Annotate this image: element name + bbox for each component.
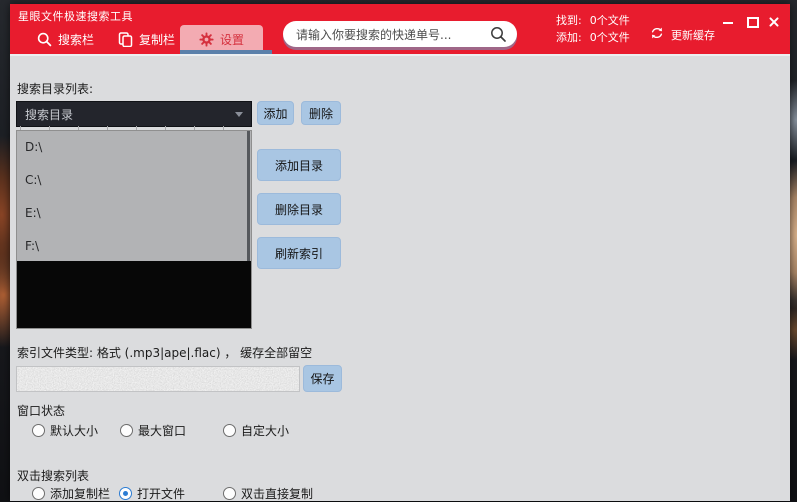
- update-cache-label: 更新缓存: [671, 28, 715, 42]
- list-scrollbar[interactable]: [247, 131, 250, 261]
- radio-icon[interactable]: [223, 424, 236, 437]
- stat-value: 0个文件: [589, 31, 630, 44]
- chevron-down-icon: [235, 111, 243, 117]
- radio-open-file[interactable]: 打开文件: [119, 485, 185, 502]
- search-placeholder: 请输入你要搜索的快递单号...: [296, 27, 452, 42]
- delete-button[interactable]: 删除: [301, 101, 341, 125]
- radio-custom-size[interactable]: 自定大小: [223, 422, 289, 439]
- copy-icon: [118, 32, 133, 47]
- stat-label: 找到:: [556, 14, 582, 27]
- radio-icon[interactable]: [120, 424, 133, 437]
- refresh-index-button[interactable]: 刷新索引: [257, 237, 341, 269]
- stat-added: 添加: 0个文件: [556, 29, 630, 46]
- tracking-search-input[interactable]: 请输入你要搜索的快递单号...: [283, 21, 517, 47]
- list-item[interactable]: D:\: [17, 131, 251, 164]
- double-click-label: 双击搜索列表: [17, 469, 90, 483]
- dropdown-value: 搜索目录: [25, 107, 74, 122]
- radio-icon-selected[interactable]: [119, 487, 132, 500]
- delete-directory-button[interactable]: 删除目录: [257, 193, 341, 225]
- add-button[interactable]: 添加: [257, 101, 294, 125]
- radio-icon[interactable]: [32, 487, 45, 500]
- radio-default-size[interactable]: 默认大小: [32, 422, 98, 439]
- radio-label: 双击直接复制: [241, 487, 314, 501]
- list-item[interactable]: C:\: [17, 164, 251, 197]
- list-item[interactable]: F:\: [17, 230, 251, 263]
- update-cache-button[interactable]: 更新缓存: [650, 26, 715, 43]
- add-directory-button[interactable]: 添加目录: [257, 149, 341, 181]
- directory-listbox[interactable]: D:\ C:\ E:\ F:\: [16, 130, 252, 329]
- refresh-icon: [650, 26, 664, 43]
- radio-icon[interactable]: [32, 424, 45, 437]
- minimize-button[interactable]: [720, 15, 736, 29]
- settings-panel: 搜索目录列表: 搜索目录 添加 删除 D:\ C:\ E:\ F:\ 添加目录 …: [10, 54, 790, 501]
- radio-add-copy-bar[interactable]: 添加复制栏: [32, 485, 110, 502]
- radio-max-window[interactable]: 最大窗口: [120, 422, 186, 439]
- title-bar: 星眼文件极速搜索工具 搜索栏 复制栏 设置 请输入你要搜索的快递单号... 找到…: [10, 4, 790, 54]
- radio-label: 最大窗口: [138, 424, 187, 438]
- directory-list: D:\ C:\ E:\ F:\: [17, 131, 251, 261]
- tab-label: 复制栏: [139, 33, 176, 47]
- radio-label: 自定大小: [241, 424, 290, 438]
- radio-label: 打开文件: [137, 487, 186, 501]
- tab-copy-bar[interactable]: 复制栏: [118, 25, 175, 54]
- search-icon: [37, 32, 52, 47]
- index-type-label: 索引文件类型: 格式 (.mp3|ape|.flac) ， 缓存全部留空: [17, 346, 313, 360]
- tab-label: 搜索栏: [58, 33, 95, 47]
- index-type-input[interactable]: [16, 366, 300, 392]
- maximize-button[interactable]: [744, 15, 760, 29]
- window-title: 星眼文件极速搜索工具: [18, 10, 133, 23]
- tab-label: 设置: [219, 33, 244, 47]
- result-stats: 找到: 0个文件 添加: 0个文件: [556, 12, 630, 46]
- radio-icon[interactable]: [223, 487, 236, 500]
- close-button[interactable]: [766, 15, 782, 29]
- gear-icon: [199, 32, 214, 47]
- radio-label: 添加复制栏: [50, 487, 111, 501]
- dir-list-label: 搜索目录列表:: [17, 82, 94, 96]
- screen: 星眼文件极速搜索工具 搜索栏 复制栏 设置 请输入你要搜索的快递单号... 找到…: [0, 0, 797, 501]
- stat-found: 找到: 0个文件: [556, 12, 630, 29]
- list-item[interactable]: E:\: [17, 197, 251, 230]
- save-button[interactable]: 保存: [303, 365, 342, 392]
- list-empty-area: [17, 261, 251, 328]
- window-state-label: 窗口状态: [17, 404, 66, 418]
- stat-label: 添加:: [556, 31, 582, 44]
- radio-direct-copy[interactable]: 双击直接复制: [223, 485, 313, 502]
- app-window: 星眼文件极速搜索工具 搜索栏 复制栏 设置 请输入你要搜索的快递单号... 找到…: [10, 4, 790, 501]
- stat-value: 0个文件: [589, 14, 630, 27]
- radio-label: 默认大小: [50, 424, 99, 438]
- search-icon[interactable]: [490, 26, 507, 43]
- search-directory-dropdown[interactable]: 搜索目录: [16, 101, 252, 127]
- tab-search-bar[interactable]: 搜索栏: [37, 25, 94, 54]
